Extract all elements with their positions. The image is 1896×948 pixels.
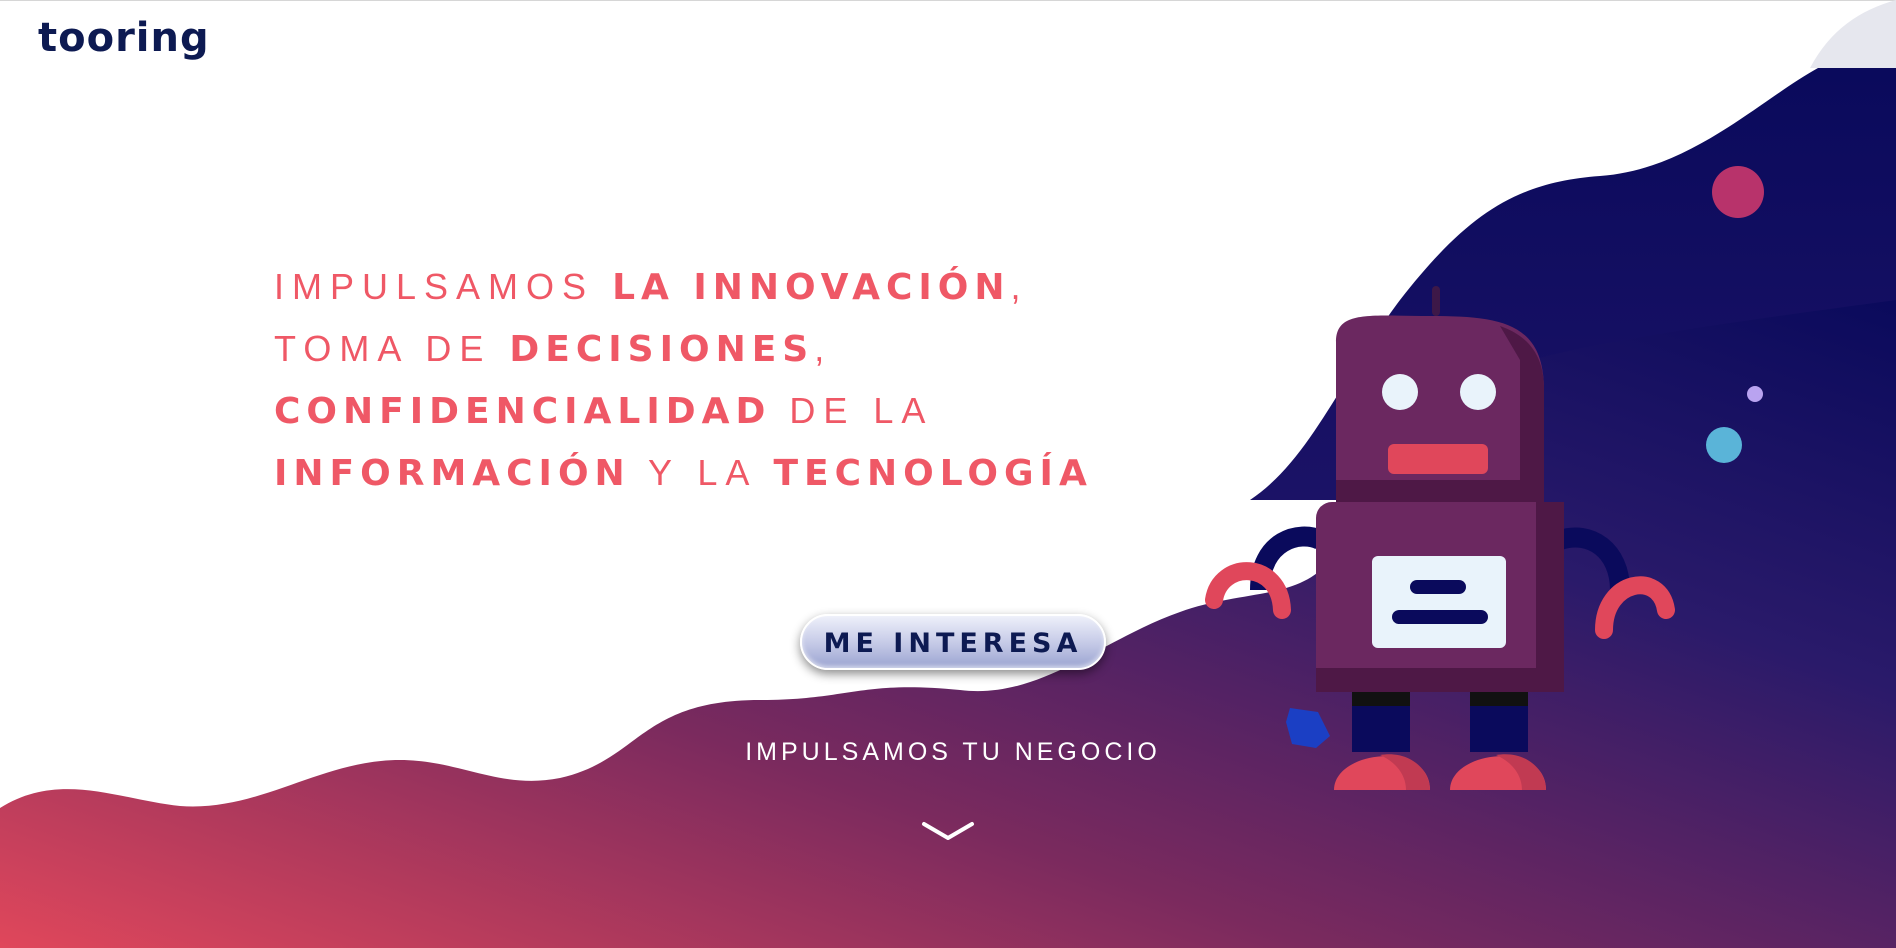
headline-bold-text: LA INNOVACIÓN: [612, 267, 1011, 308]
tagline-text: IMPULSAMOS TU NEGOCIO: [745, 738, 1161, 766]
brand-logo[interactable]: tooring: [38, 14, 210, 62]
headline-light-text: IMPULSAMOS: [274, 266, 613, 307]
headline-comma: ,: [1010, 266, 1029, 307]
planet-teal: [1706, 427, 1742, 463]
chevron-down-icon[interactable]: [918, 818, 978, 848]
robot-illustration: [1205, 286, 1675, 790]
headline-line-1: IMPULSAMOS LA INNOVACIÓN,: [274, 256, 1174, 318]
headline-light-text: TOMA DE: [274, 328, 510, 369]
headline-light-text: Y LA: [630, 452, 774, 493]
headline-light-text: DE LA: [771, 390, 934, 431]
logo-text: tooring: [38, 15, 210, 61]
headline-comma: ,: [814, 328, 833, 369]
headline-line-2: TOMA DE DECISIONES,: [274, 318, 1174, 380]
planet-pink: [1712, 166, 1764, 218]
headline-bold-text: DECISIONES: [509, 329, 815, 370]
me-interesa-button[interactable]: ME INTERESA: [800, 614, 1106, 670]
hero-headline: IMPULSAMOS LA INNOVACIÓN, TOMA DE DECISI…: [274, 256, 1174, 504]
headline-bold-text: TECNOLOGÍA: [773, 453, 1093, 494]
headline-bold-text: CONFIDENCIALIDAD: [274, 391, 772, 432]
headline-line-3: CONFIDENCIALIDAD DE LA: [274, 380, 1174, 442]
headline-line-4: INFORMACIÓN Y LA TECNOLOGÍA: [274, 442, 1174, 504]
headline-bold-text: INFORMACIÓN: [274, 453, 631, 494]
planet-lilac: [1747, 386, 1763, 402]
